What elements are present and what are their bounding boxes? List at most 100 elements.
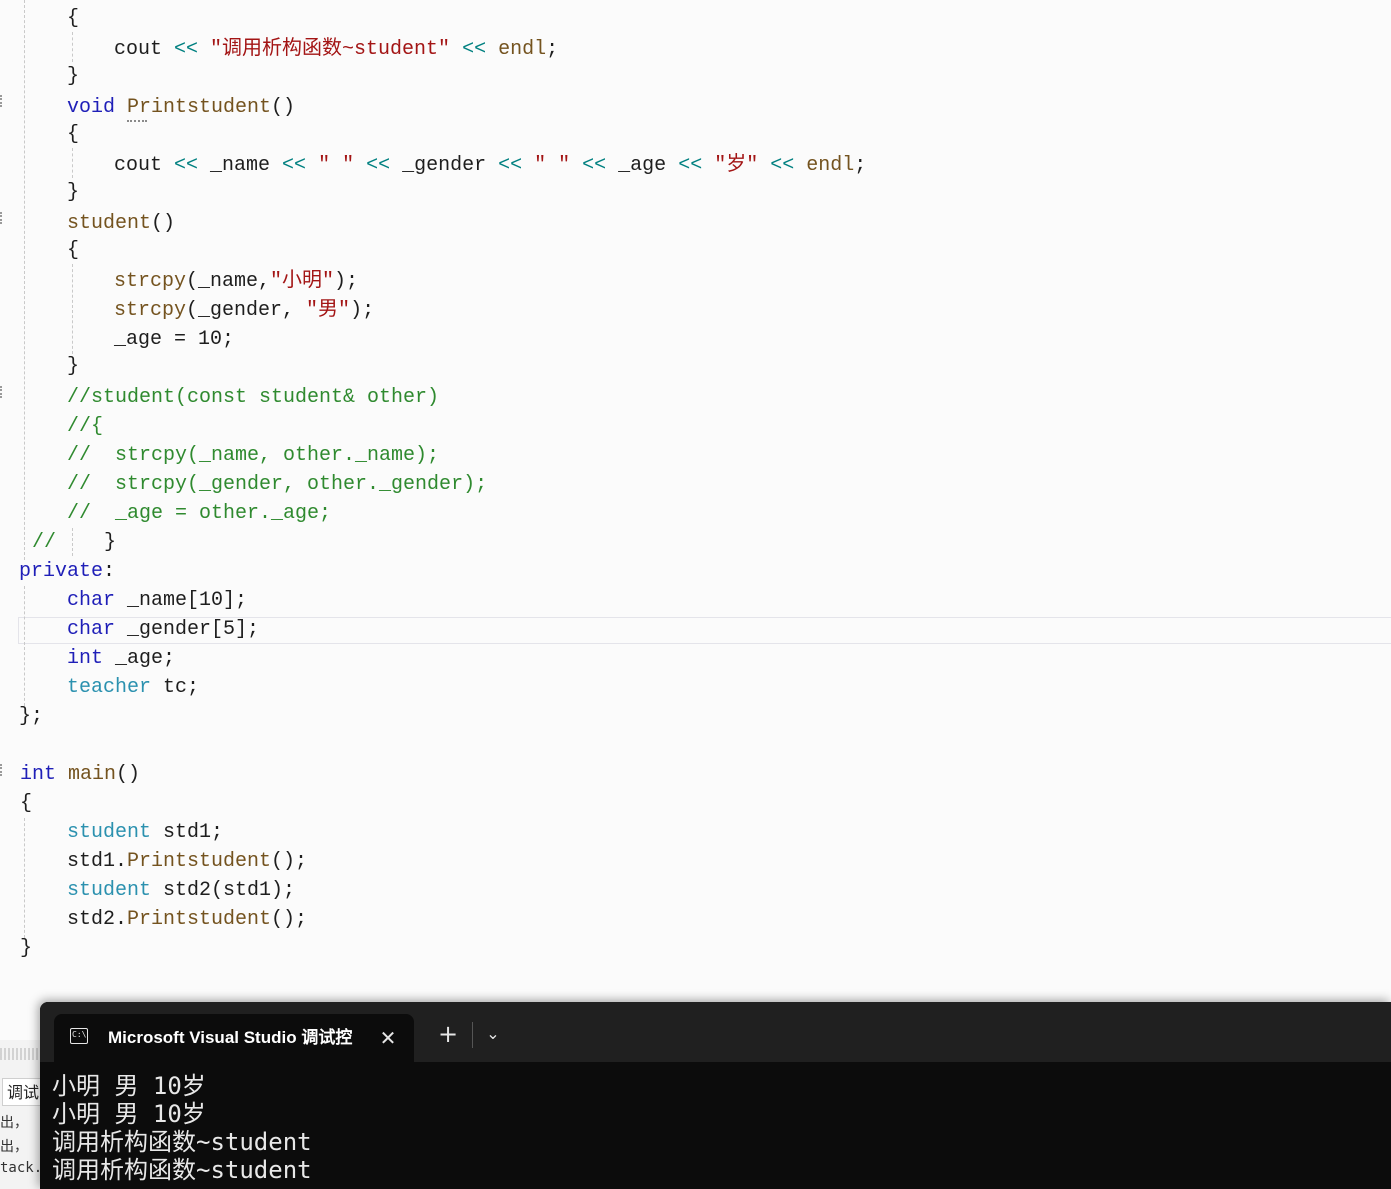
code-token: Printstudent [127,908,272,931]
terminal-titlebar[interactable]: C:\ Microsoft Visual Studio 调试控 ✕ + ⌄ [40,1002,1391,1062]
close-tab-icon[interactable]: ✕ [376,1026,400,1050]
indent-guide [72,264,73,354]
code-line[interactable]: student std2(std1); [67,876,295,905]
code-line[interactable]: cout << "调用析构函数~student" << endl; [114,35,558,64]
code-token: endl [486,38,547,61]
debug-tab[interactable]: 调试 [2,1078,42,1106]
code-token: strcpy [114,299,187,322]
code-token: << [174,154,199,177]
chevron-down-icon[interactable]: ⌄ [480,1020,506,1048]
terminal-tab-title: Microsoft Visual Studio 调试控 [108,1028,353,1047]
code-token: _age; [115,647,176,670]
code-token: { [67,123,80,146]
code-token: } [67,181,80,204]
code-line[interactable]: }; [19,702,43,731]
code-line[interactable]: int main() [20,760,140,789]
code-token: << [582,154,607,177]
code-token: cout [114,154,175,177]
code-token: () [116,763,141,786]
code-token: << [282,154,307,177]
code-line[interactable]: { [67,4,79,33]
new-tab-button[interactable]: + [434,1020,462,1048]
code-token: // _age = other._age; [67,502,332,525]
code-line[interactable]: strcpy(_gender, "男"); [114,296,374,325]
code-token: } [67,355,80,378]
code-line[interactable]: } [20,934,32,963]
code-token: //{ [67,415,104,438]
code-line[interactable]: std1.Printstudent(); [67,847,307,876]
code-line[interactable]: { [20,789,32,818]
code-token: " " [306,154,367,177]
code-line[interactable]: strcpy(_name,"小明"); [114,267,358,296]
code-token: }; [19,705,44,728]
code-line[interactable]: // strcpy(_gender, other._gender); [67,470,487,499]
code-token: student [67,212,152,235]
code-line[interactable]: { [67,236,79,265]
code-token: student [67,879,164,902]
terminal-output[interactable]: 小明 男 10岁 小明 男 10岁 调用析构函数~student 调用析构函数~… [52,1072,312,1184]
code-token: // [32,531,57,554]
output-line: 小明 男 10岁 [52,1100,206,1128]
code-token: void [67,96,128,119]
code-line[interactable]: std2.Printstudent(); [67,905,307,934]
code-line[interactable]: int _age; [67,644,175,673]
code-token: student [67,821,164,844]
terminal-tab[interactable]: C:\ Microsoft Visual Studio 调试控 ✕ [54,1014,414,1062]
code-token: "岁" [702,154,771,177]
code-token: main [68,763,117,786]
code-line[interactable]: // _age = other._age; [67,499,331,528]
code-line[interactable]: student std1; [67,818,223,847]
code-token: _gender [390,154,499,177]
code-token: int [67,647,116,670]
code-token: { [67,7,80,30]
code-line[interactable]: //{ [67,412,103,441]
code-token: char [67,589,128,612]
code-token: cout [114,38,175,61]
code-token: teacher [67,676,164,699]
code-token: } [56,531,117,554]
collapse-marker[interactable] [0,764,4,776]
code-line[interactable]: private: [19,557,115,586]
code-line[interactable]: // } [32,528,116,557]
code-line[interactable]: _age = 10; [114,325,234,354]
code-line[interactable]: teacher tc; [67,673,199,702]
code-line[interactable]: // strcpy(_name, other._name); [67,441,439,470]
code-token: ; [854,154,867,177]
code-token: "男" [306,299,351,322]
collapse-marker[interactable] [0,212,4,224]
code-token: << [462,38,487,61]
code-token: std1; [163,821,224,844]
code-token: "小明" [270,270,335,293]
code-token: (); [271,850,308,873]
indent-guide [72,148,73,178]
code-token: (); [271,908,308,931]
output-line: 小明 男 10岁 [52,1072,206,1100]
collapse-marker[interactable] [0,386,4,398]
code-token: (_name, [186,270,271,293]
code-token: std1. [67,850,128,873]
code-token: // strcpy(_gender, other._gender); [67,473,488,496]
panel-grip[interactable] [0,1048,42,1060]
code-line[interactable]: } [67,178,79,207]
code-line[interactable]: cout << _name << " " << _gender << " " <… [114,151,866,180]
console-icon: C:\ [70,1028,88,1044]
code-line[interactable]: } [67,62,79,91]
code-line[interactable]: char _gender[5]; [67,615,259,644]
code-line[interactable]: { [67,120,79,149]
code-token: " " [522,154,583,177]
code-line[interactable]: } [67,352,79,381]
code-token: << [678,154,703,177]
code-token: Printstudent [127,96,272,119]
code-line[interactable]: //student(const student& other) [67,383,439,412]
code-line[interactable]: void Printstudent() [67,93,295,122]
code-token: } [67,65,80,88]
code-token: { [67,239,80,262]
code-token: tc; [163,676,200,699]
code-token: Printstudent [127,850,272,873]
terminal-window: C:\ Microsoft Visual Studio 调试控 ✕ + ⌄ 小明… [40,1002,1391,1189]
code-line[interactable]: student() [67,209,175,238]
code-token: _gender[5]; [127,618,260,641]
collapse-marker[interactable] [0,95,4,107]
code-line[interactable]: char _name[10]; [67,586,247,615]
code-token: () [271,96,296,119]
